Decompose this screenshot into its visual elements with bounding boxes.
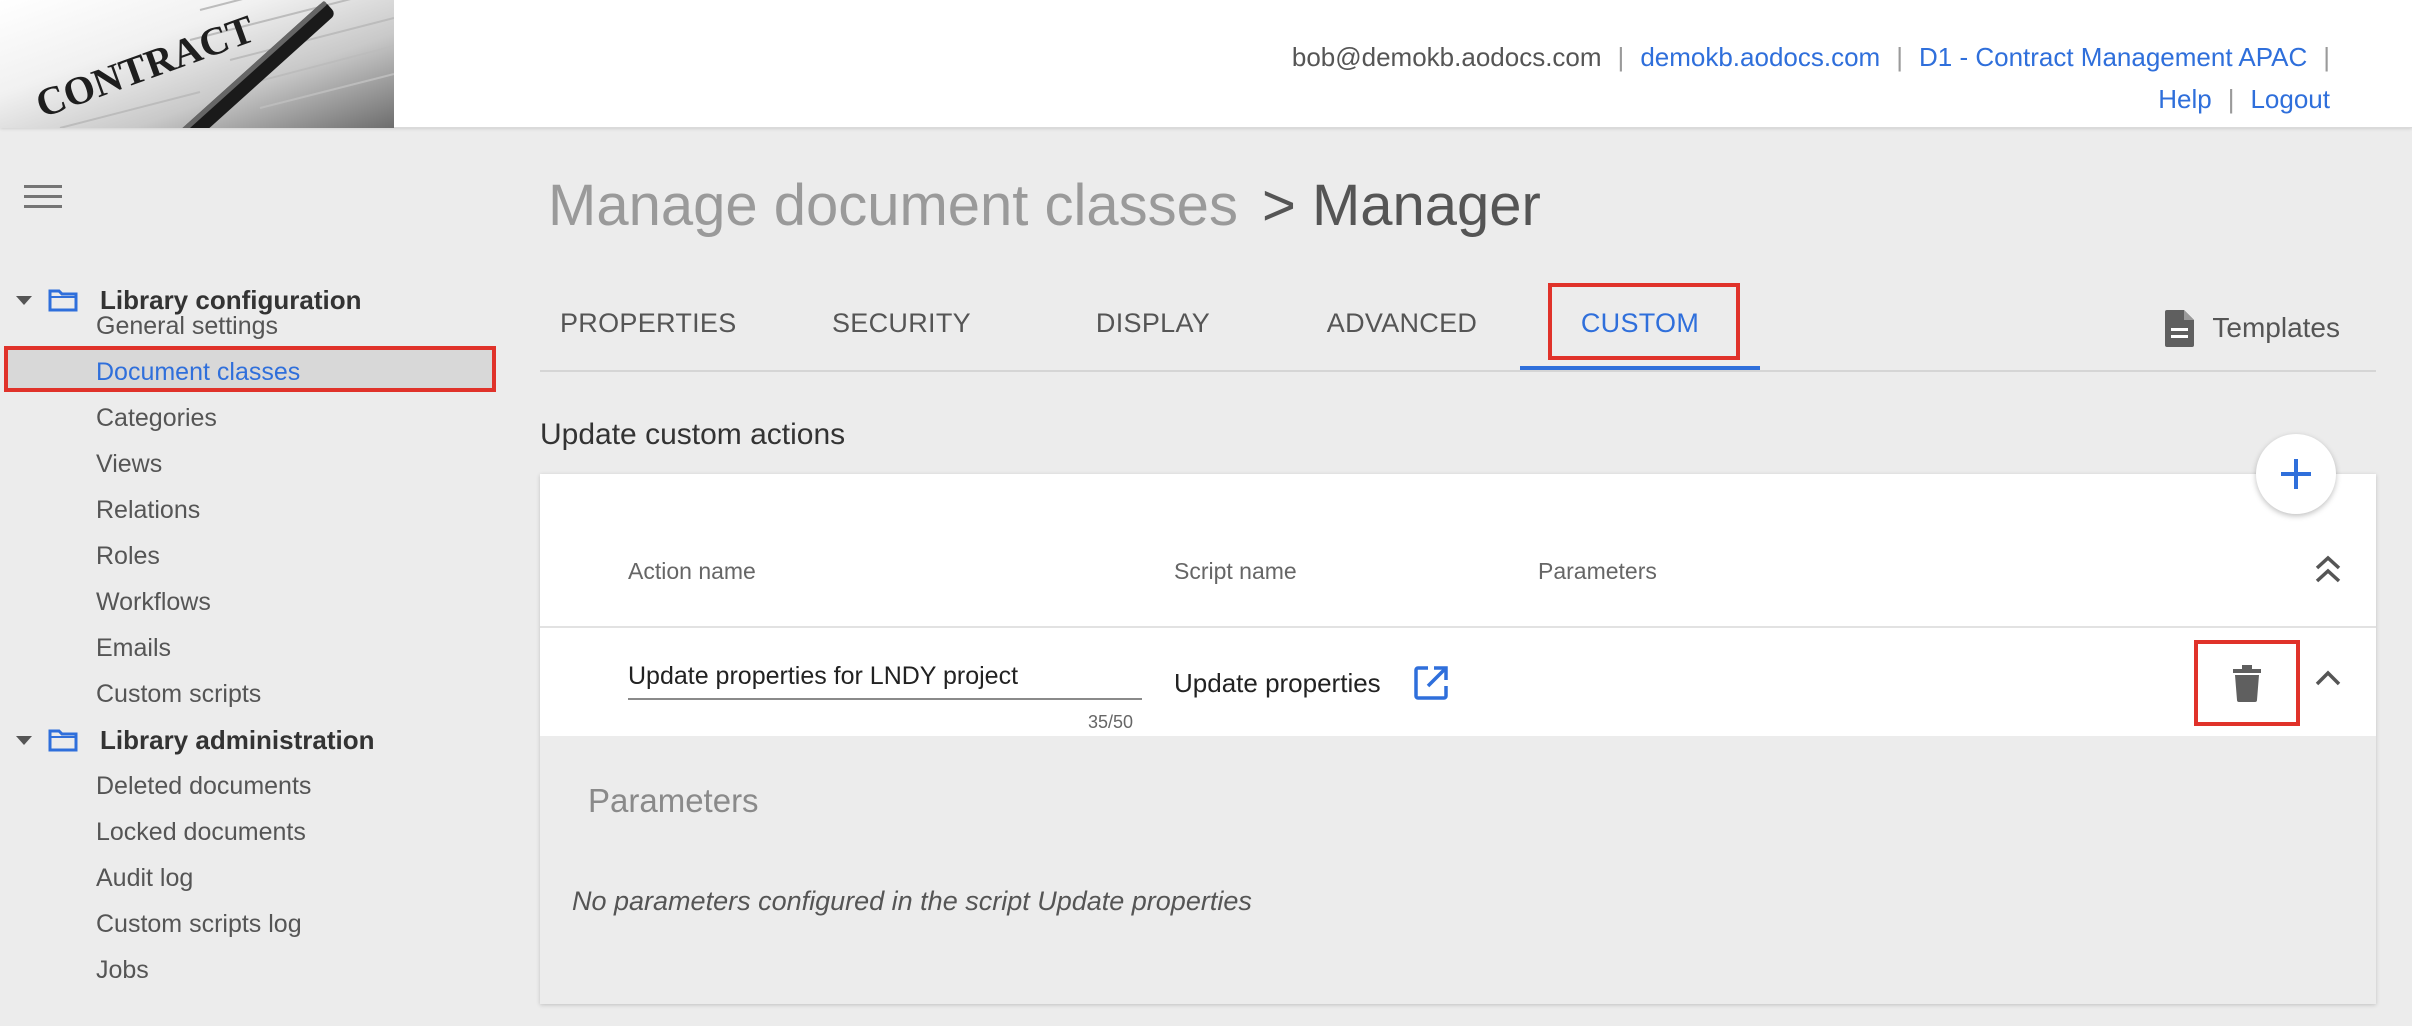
column-header-parameters: Parameters: [1538, 558, 1657, 584]
plus-icon: [2281, 459, 2311, 489]
sidebar-item-views[interactable]: Views: [96, 444, 162, 484]
sidebar-item-roles[interactable]: Roles: [96, 536, 160, 576]
folder-icon: [48, 289, 78, 312]
action-name-input[interactable]: Update properties for LNDY project: [628, 660, 1142, 700]
domain-link[interactable]: demokb.aodocs.com: [1640, 36, 1880, 78]
parameters-title: Parameters: [588, 782, 759, 819]
contract-logo-image: CONTRACT: [30, 0, 394, 128]
header-links: bob@demokb.aodocs.com | demokb.aodocs.co…: [1292, 36, 2330, 120]
library-link[interactable]: D1 - Contract Management APAC: [1919, 36, 2307, 78]
tab-display[interactable]: DISPLAY: [1092, 282, 1214, 370]
collapse-all-icon[interactable]: [2314, 554, 2342, 591]
sidebar-item-workflows[interactable]: Workflows: [96, 582, 211, 622]
tab-advanced[interactable]: ADVANCED: [1324, 282, 1480, 370]
sidebar-section-label: Library administration: [100, 724, 375, 755]
add-action-button[interactable]: [2256, 434, 2336, 514]
document-icon: [2165, 310, 2195, 347]
column-header-script-name: Script name: [1174, 558, 1297, 584]
folder-icon: [48, 729, 78, 752]
separator: |: [2323, 42, 2330, 72]
sidebar-item-general-settings[interactable]: General settings: [96, 306, 278, 346]
page-title-prefix: Manage document classes: [548, 173, 1238, 238]
caret-down-icon: [16, 735, 32, 745]
tab-bar: PROPERTIES SECURITY DISPLAY ADVANCED CUS…: [540, 282, 2376, 372]
sidebar-item-relations[interactable]: Relations: [96, 490, 200, 530]
sidebar-item-custom-scripts-log[interactable]: Custom scripts log: [96, 904, 302, 944]
user-email: bob@demokb.aodocs.com: [1291, 42, 1602, 72]
custom-actions-card: Action name Script name Parameters Updat…: [540, 474, 2376, 1004]
column-header-action-name: Action name: [628, 558, 756, 584]
parameters-empty-message: No parameters configured in the script U…: [572, 886, 1252, 916]
sidebar-item-deleted-documents[interactable]: Deleted documents: [96, 766, 311, 806]
sidebar-item-jobs[interactable]: Jobs: [96, 950, 149, 990]
sidebar: Library configuration General settings D…: [0, 130, 520, 1026]
menu-icon[interactable]: [24, 185, 62, 215]
character-counter: 35/50: [1088, 712, 1134, 732]
contract-logo[interactable]: CONTRACT: [0, 0, 394, 128]
tab-custom[interactable]: CUSTOM: [1520, 282, 1760, 370]
delete-action-button[interactable]: [2194, 640, 2300, 726]
sidebar-item-document-classes[interactable]: Document classes: [96, 352, 300, 392]
templates-button[interactable]: Templates: [2164, 308, 2340, 348]
open-in-new-icon[interactable]: [1412, 664, 1450, 707]
parameters-panel: Parameters No parameters configured in t…: [540, 736, 2376, 1004]
sidebar-item-emails[interactable]: Emails: [96, 628, 171, 668]
top-header: CONTRACT bob@demokb.aodocs.com | demokb.…: [0, 0, 2412, 128]
sidebar-item-categories[interactable]: Categories: [96, 398, 217, 438]
page-title-current: > Manager: [1261, 173, 1541, 238]
separator: |: [1617, 42, 1625, 72]
caret-down-icon: [16, 295, 32, 305]
header-divider: [540, 626, 2376, 628]
section-title: Update custom actions: [540, 418, 846, 451]
help-link[interactable]: Help: [2158, 78, 2211, 120]
sidebar-item-locked-documents[interactable]: Locked documents: [96, 812, 306, 852]
trash-icon: [2233, 665, 2261, 702]
logout-link[interactable]: Logout: [2250, 78, 2330, 120]
sidebar-item-custom-scripts[interactable]: Custom scripts: [96, 674, 261, 714]
separator: |: [1896, 42, 1903, 72]
sidebar-item-audit-log[interactable]: Audit log: [96, 858, 193, 898]
tab-security[interactable]: SECURITY: [832, 282, 971, 370]
page-title: Manage document classes > Manager: [548, 172, 1541, 239]
templates-label: Templates: [2212, 312, 2340, 343]
tab-properties[interactable]: PROPERTIES: [560, 282, 736, 370]
script-name-value: Update properties: [1174, 668, 1381, 698]
separator: |: [2227, 84, 2235, 114]
sidebar-section-library-administration[interactable]: Library administration: [16, 720, 375, 760]
chevron-up-icon[interactable]: [2314, 668, 2342, 693]
